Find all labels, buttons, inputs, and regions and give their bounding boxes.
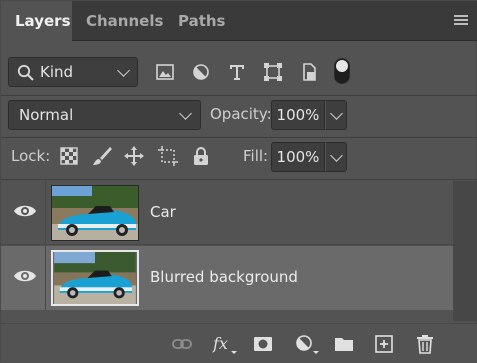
divider xyxy=(45,181,46,245)
tab-paths[interactable]: Paths xyxy=(164,1,230,41)
tab-channels[interactable]: Channels xyxy=(72,1,164,41)
search-icon xyxy=(17,64,34,81)
layers-panel: Layers Channels Paths Kind Normal Opacit… xyxy=(0,0,477,363)
fill-input[interactable]: 100% xyxy=(271,142,325,172)
lock-all-padlock-icon[interactable] xyxy=(190,145,212,167)
filter-toggle-switch[interactable] xyxy=(334,58,350,84)
lock-label: Lock: xyxy=(11,147,51,165)
lock-position-move-icon[interactable] xyxy=(123,145,145,167)
layers-scrollbar[interactable] xyxy=(453,181,477,321)
eye-visibility-icon[interactable] xyxy=(13,268,37,284)
layer-thumbnail-car xyxy=(51,185,139,241)
divider xyxy=(45,246,46,310)
opacity-input[interactable]: 100% xyxy=(271,100,325,130)
divider xyxy=(1,95,477,96)
lock-artboard-icon[interactable] xyxy=(157,145,179,167)
shape-layer-filter-icon[interactable] xyxy=(262,61,284,83)
tab-layers[interactable]: Layers xyxy=(1,1,72,42)
layer-row-car[interactable]: Car xyxy=(1,181,453,245)
fill-label: Fill: xyxy=(243,147,269,165)
new-group-folder-icon[interactable] xyxy=(333,333,355,355)
chevron-down-icon xyxy=(330,107,343,120)
chevron-down-icon xyxy=(330,149,343,162)
layers-list: Car Blurred background xyxy=(1,181,453,321)
adjustment-layer-filter-icon[interactable] xyxy=(190,61,212,83)
lock-transparent-pixels-icon[interactable] xyxy=(58,145,80,167)
delete-layer-trash-icon[interactable] xyxy=(414,333,436,355)
chevron-down-icon xyxy=(179,107,192,120)
new-fill-adjustment-layer-icon[interactable] xyxy=(294,333,320,355)
type-layer-filter-icon[interactable] xyxy=(226,61,248,83)
divider xyxy=(1,179,477,180)
opacity-label: Opacity: xyxy=(210,105,272,123)
new-layer-icon[interactable] xyxy=(373,333,395,355)
layer-name: Blurred background xyxy=(150,268,298,286)
filter-kind-label: Kind xyxy=(40,63,74,81)
layers-bottom-toolbar: fx xyxy=(1,323,477,363)
lock-image-pixels-brush-icon[interactable] xyxy=(91,145,113,167)
layer-style-fx-icon[interactable]: fx xyxy=(212,333,238,355)
fill-dropdown-button[interactable] xyxy=(325,142,347,172)
opacity-dropdown-button[interactable] xyxy=(325,100,347,130)
eye-visibility-icon[interactable] xyxy=(13,203,37,219)
filter-kind-select[interactable]: Kind xyxy=(8,57,138,87)
pixel-layer-filter-icon[interactable] xyxy=(154,61,176,83)
add-layer-mask-icon[interactable] xyxy=(252,333,274,355)
chevron-down-icon xyxy=(117,64,130,77)
link-layers-icon[interactable] xyxy=(171,333,193,355)
layer-name: Car xyxy=(150,203,176,221)
smart-object-filter-icon[interactable] xyxy=(298,61,320,83)
layer-row-blurred-background[interactable]: Blurred background xyxy=(1,246,453,310)
tab-bar: Layers Channels Paths xyxy=(1,1,477,42)
divider xyxy=(1,137,477,138)
panel-menu-icon[interactable] xyxy=(454,15,468,27)
layer-thumbnail-blurred-background xyxy=(51,250,139,306)
blend-mode-label: Normal xyxy=(19,106,74,124)
svg-text:fx: fx xyxy=(212,334,228,353)
blend-mode-select[interactable]: Normal xyxy=(8,100,201,130)
